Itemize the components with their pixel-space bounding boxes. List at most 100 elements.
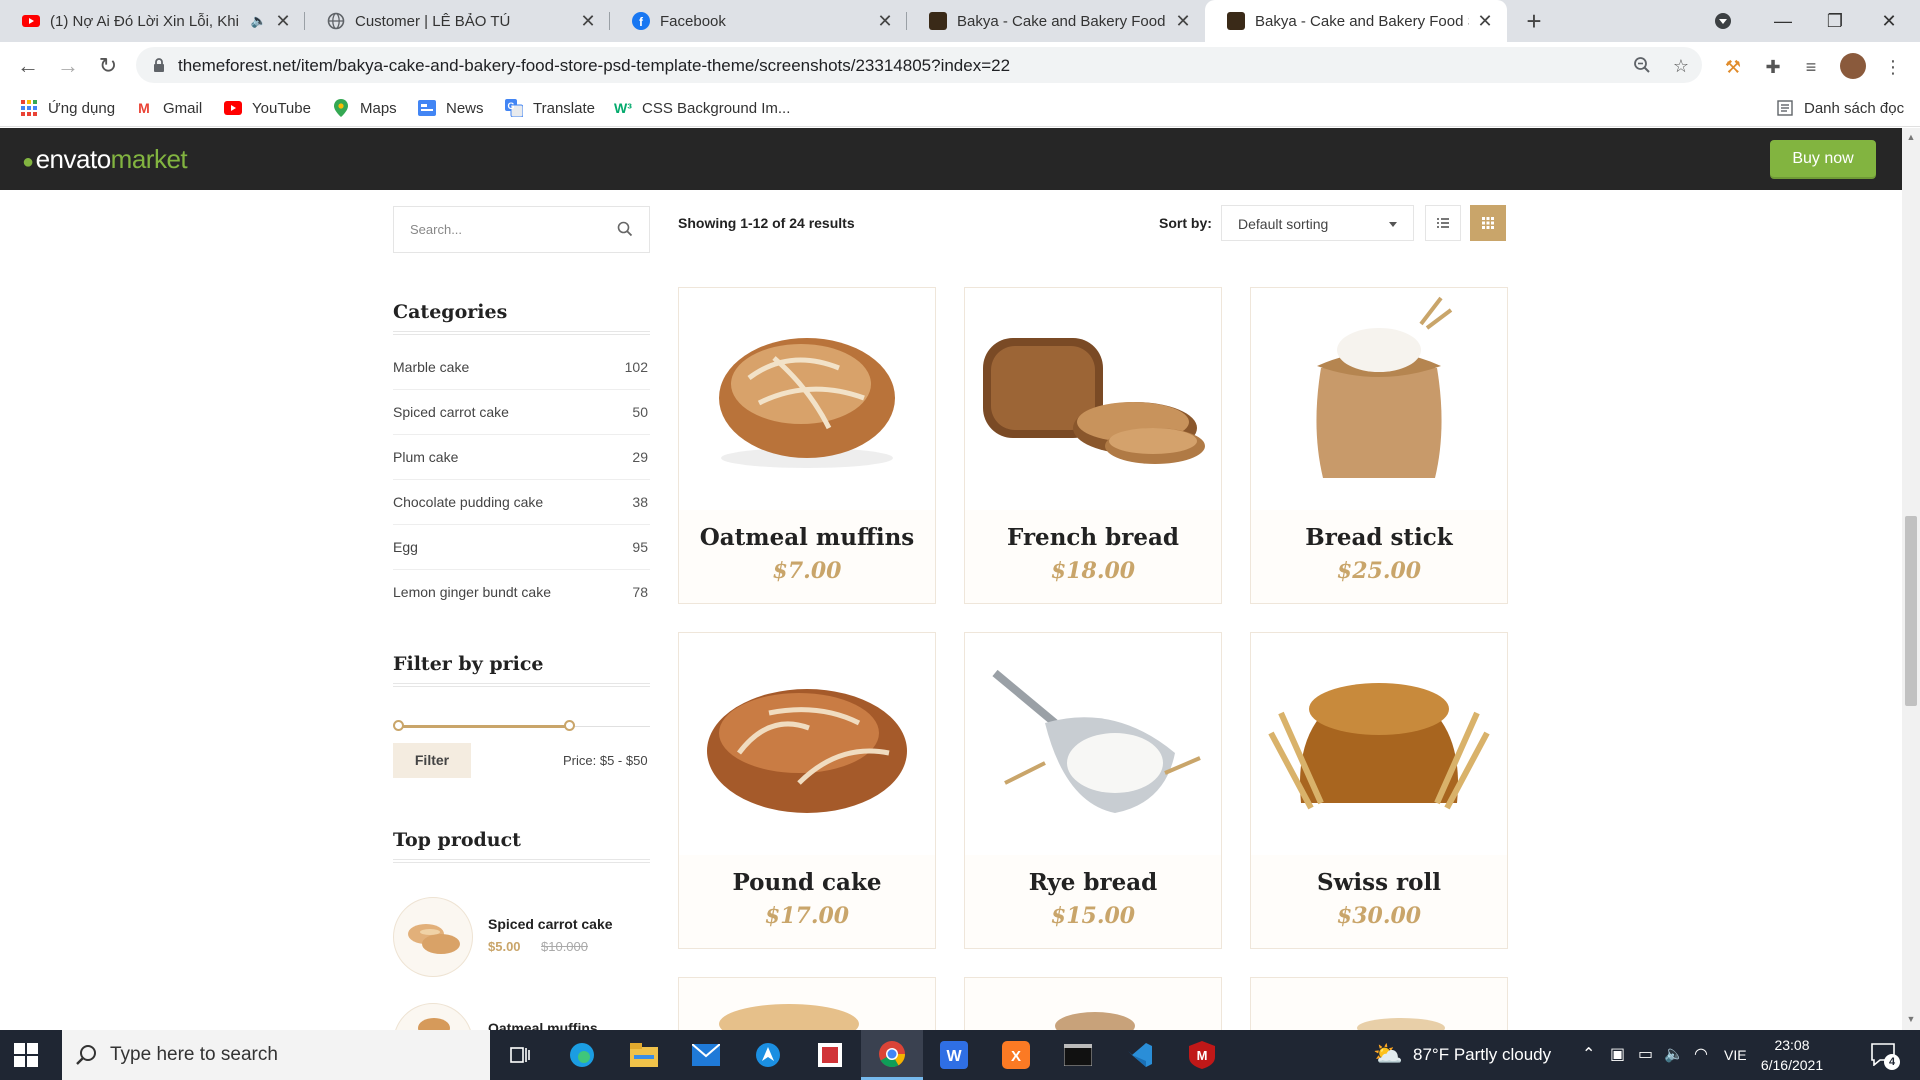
media-control-icon[interactable]: ≡ <box>1800 56 1822 78</box>
tab-bakya-active[interactable]: Bakya - Cake and Bakery Food St ✕ <box>1205 0 1507 42</box>
bookmark-gmail[interactable]: M Gmail <box>135 97 202 119</box>
product-card[interactable] <box>964 977 1222 1030</box>
scroll-up-arrow-icon[interactable]: ▲ <box>1906 132 1916 142</box>
back-icon[interactable]: ← <box>12 50 44 82</box>
product-image[interactable] <box>1251 288 1507 510</box>
tab-youtube[interactable]: (1) Nợ Ai Đó Lời Xin Lỗi, Khi 🔈 ✕ <box>0 0 305 42</box>
close-tab-icon[interactable]: ✕ <box>580 11 596 32</box>
input-language[interactable]: VIE <box>1724 1047 1747 1063</box>
new-tab-button[interactable]: + <box>1519 6 1549 36</box>
product-name[interactable]: Pound cake <box>679 869 935 896</box>
notifications-button[interactable]: 4 <box>1870 1042 1900 1070</box>
scroll-down-arrow-icon[interactable]: ▼ <box>1906 1014 1916 1024</box>
chrome-icon[interactable] <box>861 1030 923 1080</box>
product-card[interactable]: Rye bread $15.00 <box>964 632 1222 949</box>
top-product-name[interactable]: Oatmeal muffins <box>488 1020 598 1030</box>
close-tab-icon[interactable]: ✕ <box>877 11 893 32</box>
wps-writer-icon[interactable]: W <box>923 1030 985 1080</box>
address-bar[interactable]: themeforest.net/item/bakya-cake-and-bake… <box>136 47 1702 83</box>
envato-logo[interactable]: ●envatomarket <box>22 144 188 175</box>
product-name[interactable]: French bread <box>965 524 1221 551</box>
product-name[interactable]: Bread stick <box>1251 524 1507 551</box>
mail-icon[interactable] <box>675 1030 737 1080</box>
bookmark-apps[interactable]: Ứng dụng <box>20 97 115 119</box>
bookmark-news[interactable]: News <box>418 97 484 119</box>
edge-icon[interactable] <box>551 1030 613 1080</box>
weather-text[interactable]: 87°F Partly cloudy <box>1413 1045 1551 1065</box>
close-tab-icon[interactable]: ✕ <box>275 11 291 32</box>
price-slider-min-handle[interactable] <box>393 720 404 731</box>
product-card[interactable]: Pound cake $17.00 <box>678 632 936 949</box>
reload-icon[interactable]: ↻ <box>92 50 124 82</box>
tab-facebook[interactable]: f Facebook ✕ <box>610 0 907 42</box>
grid-view-button[interactable] <box>1470 205 1506 241</box>
bookmark-translate[interactable]: G Translate <box>505 97 595 119</box>
bookmark-star-icon[interactable]: ☆ <box>1671 56 1691 76</box>
close-tab-icon[interactable]: ✕ <box>1175 11 1191 32</box>
zoom-icon[interactable] <box>1632 56 1652 76</box>
list-view-button[interactable] <box>1425 205 1461 241</box>
search-icon[interactable] <box>617 221 633 237</box>
office-app-icon[interactable] <box>799 1030 861 1080</box>
category-item[interactable]: Egg 95 <box>393 525 650 570</box>
system-clock[interactable]: 23:08 6/16/2021 <box>1752 1035 1832 1075</box>
top-product-name[interactable]: Spiced carrot cake <box>488 916 613 932</box>
terminal-icon[interactable] <box>1047 1030 1109 1080</box>
bookmark-maps[interactable]: Maps <box>332 97 397 119</box>
category-item[interactable]: Spiced carrot cake 50 <box>393 390 650 435</box>
close-tab-icon[interactable]: ✕ <box>1477 11 1493 32</box>
product-image[interactable] <box>965 633 1221 855</box>
filter-button[interactable]: Filter <box>393 743 471 778</box>
reading-list[interactable]: Danh sách đọc <box>1776 97 1904 119</box>
product-name[interactable]: Rye bread <box>965 869 1221 896</box>
navigation-app-icon[interactable] <box>737 1030 799 1080</box>
shop-search-input[interactable]: Search... <box>393 206 650 253</box>
product-image[interactable] <box>679 288 935 510</box>
product-image[interactable] <box>679 633 935 855</box>
category-item[interactable]: Plum cake 29 <box>393 435 650 480</box>
bookmark-youtube[interactable]: YouTube <box>224 97 311 119</box>
sort-select[interactable]: Default sorting <box>1221 205 1414 241</box>
tab-search-icon[interactable] <box>1700 0 1746 42</box>
category-item[interactable]: Marble cake 102 <box>393 345 650 390</box>
weather-partly-cloudy-icon[interactable]: ⛅ <box>1373 1040 1403 1069</box>
product-image[interactable] <box>965 288 1221 510</box>
product-card[interactable]: Bread stick $25.00 <box>1250 287 1508 604</box>
minimize-icon[interactable]: — <box>1760 0 1806 42</box>
product-card[interactable]: Swiss roll $30.00 <box>1250 632 1508 949</box>
page-scrollbar[interactable]: ▲ ▼ <box>1902 128 1920 1030</box>
product-image[interactable] <box>1251 633 1507 855</box>
speaker-icon[interactable]: 🔈 <box>251 13 267 29</box>
scroll-thumb[interactable] <box>1905 516 1917 706</box>
buy-now-button[interactable]: Buy now <box>1770 140 1876 177</box>
windows-start-icon[interactable] <box>14 1043 38 1067</box>
profile-avatar[interactable] <box>1840 53 1866 79</box>
product-card[interactable]: French bread $18.00 <box>964 287 1222 604</box>
tab-bakya-1[interactable]: Bakya - Cake and Bakery Food St ✕ <box>907 0 1205 42</box>
product-name[interactable]: Swiss roll <box>1251 869 1507 896</box>
top-product-image[interactable] <box>393 1003 473 1030</box>
wifi-icon[interactable]: ◠ <box>1694 1044 1708 1064</box>
restore-icon[interactable]: ❐ <box>1812 0 1858 42</box>
product-name[interactable]: Oatmeal muffins <box>679 524 935 551</box>
top-product-image[interactable] <box>393 897 473 977</box>
chevron-up-icon[interactable]: ⌃ <box>1582 1044 1595 1064</box>
category-item[interactable]: Chocolate pudding cake 38 <box>393 480 650 525</box>
extensions-puzzle-icon[interactable]: ✚ <box>1762 56 1784 78</box>
menu-dots-icon[interactable]: ⋮ <box>1882 56 1904 78</box>
extension-tool-icon[interactable]: ⚒ <box>1722 56 1744 78</box>
battery-icon[interactable]: ▭ <box>1638 1044 1653 1064</box>
mcafee-icon[interactable]: M <box>1171 1030 1233 1080</box>
xampp-icon[interactable]: X <box>985 1030 1047 1080</box>
product-card[interactable] <box>1250 977 1508 1030</box>
bookmark-css-background[interactable]: W³ CSS Background Im... <box>614 97 790 119</box>
category-item[interactable]: Lemon ginger bundt cake 78 <box>393 570 650 615</box>
price-slider-max-handle[interactable] <box>564 720 575 731</box>
product-card[interactable]: Oatmeal muffins $7.00 <box>678 287 936 604</box>
forward-icon[interactable]: → <box>52 50 84 82</box>
url-text[interactable]: themeforest.net/item/bakya-cake-and-bake… <box>178 56 1010 76</box>
lock-icon[interactable] <box>150 56 168 74</box>
task-view-icon[interactable] <box>489 1030 551 1080</box>
taskbar-search-box[interactable]: Type here to search <box>62 1030 490 1080</box>
file-explorer-icon[interactable] <box>613 1030 675 1080</box>
